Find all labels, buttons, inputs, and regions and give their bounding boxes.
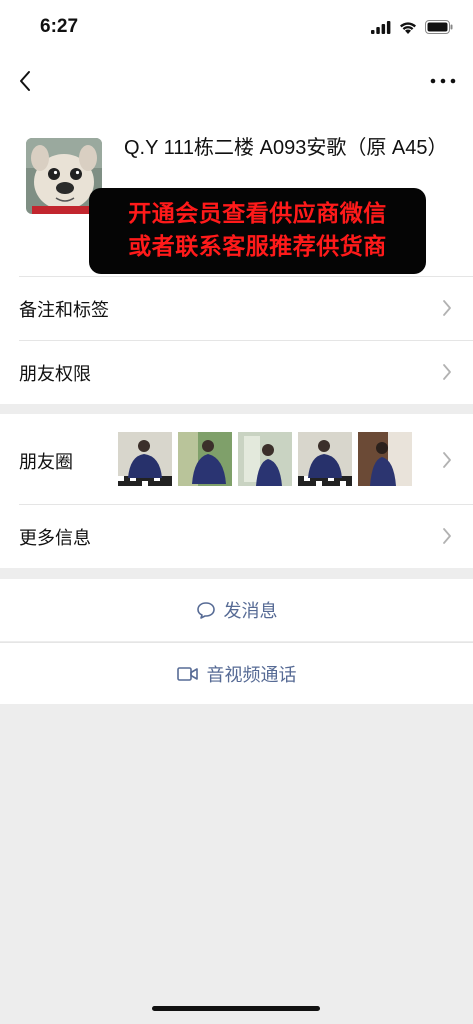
divider	[19, 276, 473, 277]
status-time: 6:27	[40, 16, 79, 37]
more-dots-icon	[430, 78, 456, 84]
home-indicator	[152, 1006, 320, 1011]
chevron-right-icon	[443, 300, 451, 316]
more-button[interactable]	[429, 68, 457, 94]
row-friend-permissions[interactable]: 朋友权限	[0, 340, 473, 404]
nav-bar	[0, 56, 473, 108]
back-button[interactable]	[14, 68, 38, 94]
chevron-right-icon	[443, 528, 451, 544]
moment-thumbnail	[178, 432, 232, 486]
status-bar: 6:27	[0, 0, 473, 56]
battery-icon	[425, 20, 453, 34]
send-message-button[interactable]: 发消息	[0, 579, 473, 641]
video-camera-icon	[176, 666, 198, 681]
moments-thumbnails	[118, 432, 412, 486]
divider	[19, 340, 473, 341]
profile-header: Q.Y 111栋二楼 A093安歌（原 A45） 开通会员查看供应商微信 或者联…	[0, 108, 473, 276]
moment-thumbnail	[358, 432, 412, 486]
row-moments[interactable]: 朋友圈	[0, 414, 473, 504]
divider	[19, 504, 473, 505]
promo-line-1: 开通会员查看供应商微信	[128, 201, 387, 227]
moment-thumbnail	[298, 432, 352, 486]
video-call-label: 音视频通话	[206, 664, 297, 686]
chat-bubble-icon	[196, 602, 215, 619]
promo-banner[interactable]: 开通会员查看供应商微信 或者联系客服推荐供货商	[89, 188, 426, 274]
status-icons	[371, 20, 453, 34]
moment-thumbnail	[118, 432, 172, 486]
wifi-icon	[400, 21, 416, 34]
chevron-right-icon	[443, 452, 451, 468]
row-remarks-tags[interactable]: 备注和标签	[0, 276, 473, 340]
row-more-info[interactable]: 更多信息	[0, 504, 473, 568]
send-message-label: 发消息	[223, 601, 278, 622]
row-label: 朋友权限	[19, 364, 91, 385]
promo-line-2: 或者联系客服推荐供货商	[128, 234, 387, 260]
row-label: 朋友圈	[19, 452, 73, 473]
chevron-right-icon	[443, 364, 451, 380]
video-call-button[interactable]: 音视频通话	[0, 642, 473, 704]
row-label: 更多信息	[19, 528, 91, 549]
contact-name: Q.Y 111栋二楼 A093安歌（原 A45）	[124, 137, 448, 159]
chevron-left-icon	[20, 71, 30, 91]
row-label: 备注和标签	[19, 300, 109, 321]
moment-thumbnail	[238, 432, 292, 486]
signal-icon	[371, 20, 391, 34]
